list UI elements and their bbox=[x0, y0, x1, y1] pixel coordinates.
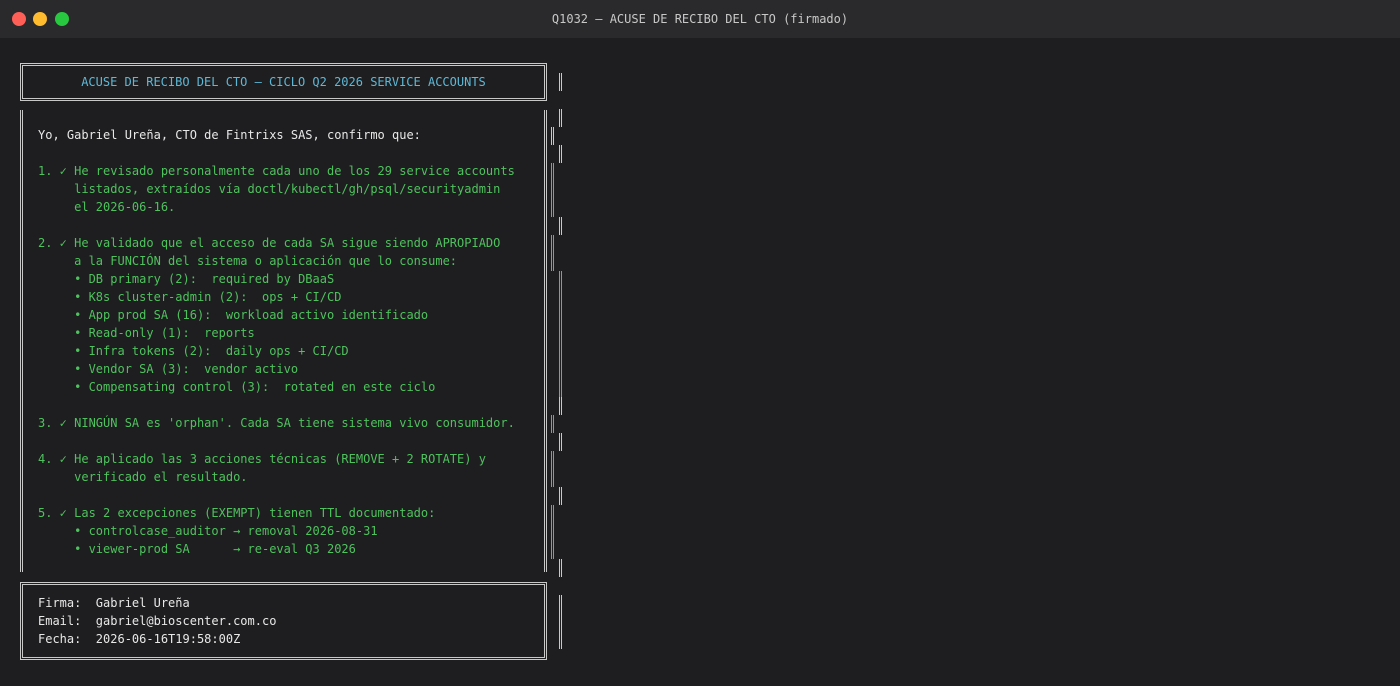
title-bar: Q1032 — ACUSE DE RECIBO DEL CTO (firmado… bbox=[0, 0, 1400, 39]
item-2-edge-glyph-9 bbox=[559, 379, 562, 397]
terminal-content[interactable]: ACUSE DE RECIBO DEL CTO — CICLO Q2 2026 … bbox=[0, 38, 1400, 686]
signature-date: Fecha: 2026-06-16T19:58:00Z bbox=[38, 632, 241, 646]
signature-edge-glyph-2 bbox=[559, 613, 562, 631]
item-2-bullet-3: • App prod SA (16): workload activo iden… bbox=[38, 308, 429, 322]
item-1-line-2: listados, extraídos vía doctl/kubectl/gh… bbox=[38, 182, 501, 196]
item-2-line-1: 2. ✓ He validado que el acceso de cada S… bbox=[38, 236, 501, 250]
body-edge-glyph-7 bbox=[559, 559, 562, 577]
body-edge-glyph-2 bbox=[559, 145, 562, 163]
item-4-edge-glyph-2 bbox=[551, 469, 554, 487]
item-2-edge-glyph-6 bbox=[559, 325, 562, 343]
item-2-edge-glyph-5 bbox=[559, 307, 562, 325]
item-3-edge-glyph bbox=[551, 415, 554, 433]
item-2-bullet-4: • Read-only (1): reports bbox=[38, 326, 255, 340]
item-2-bullet-1: • DB primary (2): required by DBaaS bbox=[38, 272, 335, 286]
item-1-line-3: el 2026-06-16. bbox=[38, 200, 176, 214]
body-edge-glyph-5 bbox=[559, 433, 562, 451]
item-1-edge-glyph-1 bbox=[551, 163, 554, 181]
item-4-line-1: 4. ✓ He aplicado las 3 acciones técnicas… bbox=[38, 452, 486, 466]
document-header: ACUSE DE RECIBO DEL CTO — CICLO Q2 2026 … bbox=[81, 75, 486, 89]
item-2-edge-glyph-4 bbox=[559, 289, 562, 307]
item-2-bullet-6: • Vendor SA (3): vendor activo bbox=[38, 362, 299, 376]
item-5-line-1: 5. ✓ Las 2 excepciones (EXEMPT) tienen T… bbox=[38, 506, 436, 520]
window-title: Q1032 — ACUSE DE RECIBO DEL CTO (firmado… bbox=[551, 12, 849, 26]
terminal-window: Q1032 — ACUSE DE RECIBO DEL CTO (firmado… bbox=[0, 0, 1400, 686]
item-4-line-2: verificado el resultado. bbox=[38, 470, 248, 484]
item-1-edge-glyph-2 bbox=[551, 181, 554, 199]
item-5-edge-glyph-1 bbox=[551, 505, 554, 523]
signature-edge-glyph-1 bbox=[559, 595, 562, 613]
item-4-edge-glyph-1 bbox=[551, 451, 554, 469]
body-edge-glyph-3 bbox=[559, 217, 562, 235]
signature-edge-glyph-3 bbox=[559, 631, 562, 649]
item-2-edge-glyph-8 bbox=[559, 361, 562, 379]
header-edge-glyph bbox=[559, 73, 562, 91]
item-2-edge-glyph-3 bbox=[559, 271, 562, 289]
item-5-bullet-2: • viewer-prod SA → re-eval Q3 2026 bbox=[38, 542, 356, 556]
item-1-edge-glyph-3 bbox=[551, 199, 554, 217]
signature-name: Firma: Gabriel Ureña bbox=[38, 596, 190, 610]
item-2-bullet-2: • K8s cluster-admin (2): ops + CI/CD bbox=[38, 290, 342, 304]
signature-email: Email: gabriel@bioscenter.com.co bbox=[38, 614, 277, 628]
item-2-bullet-7: • Compensating control (3): rotated en e… bbox=[38, 380, 436, 394]
item-2-edge-glyph-7 bbox=[559, 343, 562, 361]
item-2-edge-glyph-1 bbox=[551, 235, 554, 253]
item-1-line-1: 1. ✓ He revisado personalmente cada uno … bbox=[38, 164, 515, 178]
body-edge-glyph-4 bbox=[559, 397, 562, 415]
intro-text: Yo, Gabriel Ureña, CTO de Fintrixs SAS, … bbox=[38, 128, 421, 142]
item-2-edge-glyph-2 bbox=[551, 253, 554, 271]
body-edge-glyph-6 bbox=[559, 487, 562, 505]
item-3-line-1: 3. ✓ NINGÚN SA es 'orphan'. Cada SA tien… bbox=[38, 416, 515, 430]
item-5-edge-glyph-2 bbox=[551, 523, 554, 541]
document-header-box: ACUSE DE RECIBO DEL CTO — CICLO Q2 2026 … bbox=[20, 63, 547, 101]
body-edge-glyph-1 bbox=[559, 109, 562, 127]
intro-edge-glyph bbox=[551, 127, 554, 145]
item-5-bullet-1: • controlcase_auditor → removal 2026-08-… bbox=[38, 524, 378, 538]
item-2-bullet-5: • Infra tokens (2): daily ops + CI/CD bbox=[38, 344, 349, 358]
item-5-edge-glyph-3 bbox=[551, 541, 554, 559]
item-2-line-2: a la FUNCIÓN del sistema o aplicación qu… bbox=[38, 254, 458, 268]
